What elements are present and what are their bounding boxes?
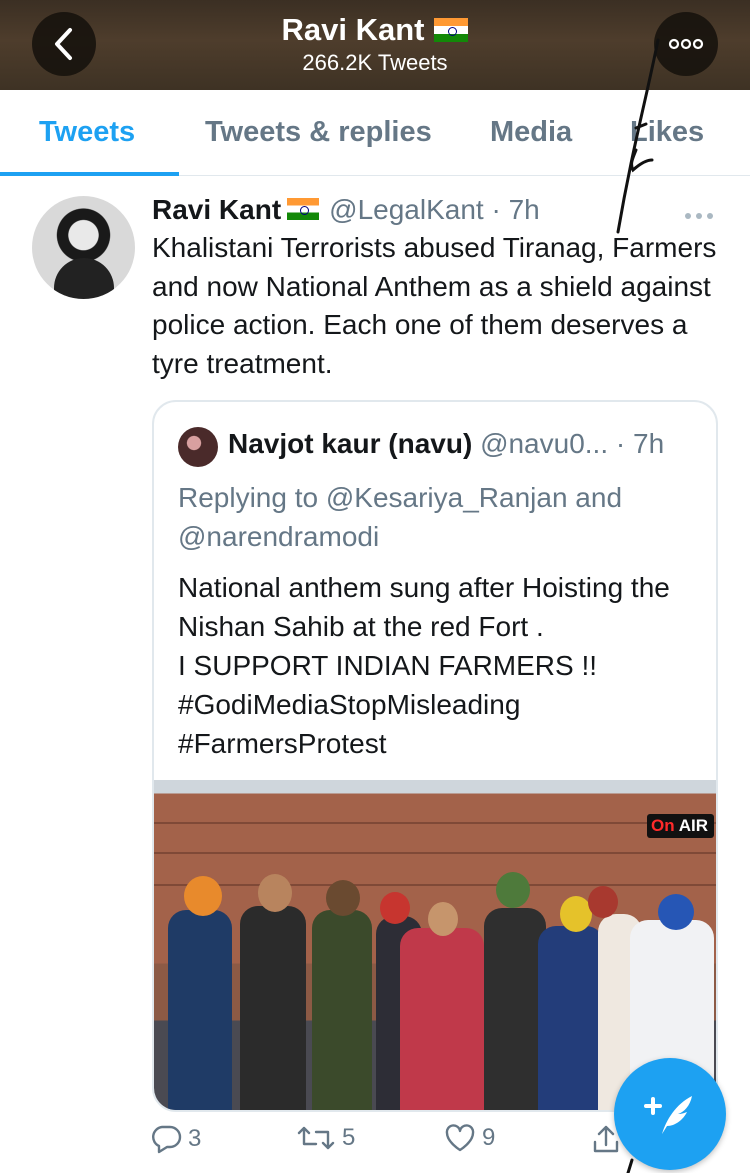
person-figure: [538, 926, 604, 1110]
india-flag-icon: [434, 18, 469, 42]
person-figure: [400, 928, 484, 1110]
person-turban: [184, 876, 222, 916]
person-turban: [496, 872, 530, 908]
on-air-air-text: AIR: [678, 816, 708, 835]
retweet-button[interactable]: 5: [296, 1124, 355, 1152]
replying-to: Replying to @Kesariya_Ranjan and @narend…: [178, 482, 623, 552]
like-button[interactable]: 9: [444, 1124, 495, 1152]
profile-name: Ravi Kant: [0, 12, 750, 48]
person-head: [258, 874, 292, 912]
reply-count: 3: [188, 1125, 202, 1152]
profile-tabs: Tweets Tweets & replies Media Likes: [0, 90, 750, 176]
tab-likes[interactable]: Likes: [630, 116, 704, 149]
tab-tweets-replies[interactable]: Tweets & replies: [205, 116, 432, 149]
quoted-handle-time: @navu0... · 7h: [480, 428, 665, 459]
wall-detail: [154, 884, 716, 886]
person-head: [428, 902, 458, 936]
person-turban: [588, 886, 618, 918]
wall-detail: [154, 822, 716, 824]
quoted-author-avatar: [178, 427, 218, 467]
on-air-badge: On AIR: [647, 814, 714, 838]
quoted-tweet-text: National anthem sung after Hoisting the …: [178, 572, 670, 759]
heart-icon: [445, 1124, 475, 1152]
more-horizontal-icon: [668, 38, 704, 50]
person-turban: [380, 892, 410, 924]
tab-tweets[interactable]: Tweets: [39, 116, 135, 149]
tweet-author-name[interactable]: Ravi Kant: [152, 194, 281, 225]
tweet-count: 266.2K Tweets: [302, 50, 448, 75]
more-options-button[interactable]: [654, 12, 718, 76]
tweet-menu-button[interactable]: [684, 196, 714, 227]
tab-media[interactable]: Media: [490, 116, 572, 149]
person-figure: [484, 908, 546, 1110]
india-flag-icon: [287, 198, 320, 220]
person-figure: [240, 906, 306, 1110]
quoted-tweet-header: Navjot kaur (navu) @navu0... · 7h: [228, 428, 664, 460]
wall-detail: [154, 852, 716, 854]
person-head: [326, 880, 360, 916]
quoted-video[interactable]: On AIR: [154, 780, 716, 1110]
retweet-count: 5: [342, 1124, 356, 1151]
profile-header: Ravi Kant 266.2K Tweets: [0, 0, 750, 90]
person-figure: [312, 910, 372, 1110]
caret-icon: [685, 213, 713, 219]
quoted-tweet[interactable]: Navjot kaur (navu) @navu0... · 7h Replyi…: [152, 400, 718, 1112]
tweet-header: Ravi Kant @LegalKant · 7h: [152, 194, 540, 226]
on-air-on-text: On: [651, 816, 675, 835]
profile-name-text: Ravi Kant: [281, 12, 425, 47]
author-avatar[interactable]: [32, 196, 135, 299]
like-count: 9: [482, 1124, 496, 1151]
person-turban: [658, 894, 694, 930]
tweet-handle-time: @LegalKant · 7h: [329, 194, 540, 225]
tweet-text: Khalistani Terrorists abused Tiranag, Fa…: [152, 232, 717, 379]
quoted-author-name: Navjot kaur (navu): [228, 428, 473, 459]
person-figure: [168, 910, 232, 1110]
reply-button[interactable]: 3: [150, 1124, 201, 1154]
active-tab-indicator: [0, 172, 179, 176]
compose-icon: [644, 1096, 692, 1134]
retweet-icon: [297, 1126, 335, 1150]
compose-tweet-button[interactable]: [614, 1058, 726, 1170]
tweet-actions: 3 5 9: [150, 1118, 620, 1162]
reply-icon: [152, 1125, 182, 1154]
